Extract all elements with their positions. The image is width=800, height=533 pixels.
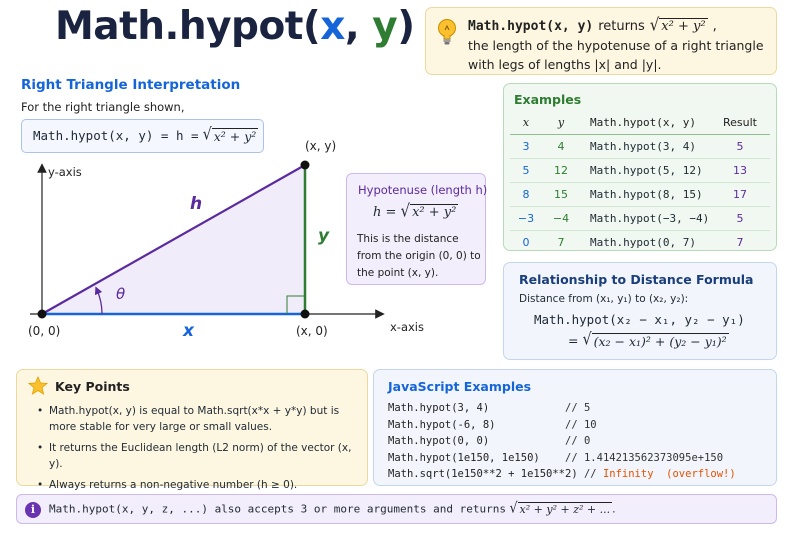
distance-title: Relationship to Distance Formula	[519, 272, 754, 287]
cell-result: 5	[710, 206, 770, 231]
cell-call: Math.hypot(−3, −4)	[580, 206, 710, 231]
cell-x: 0	[522, 235, 530, 249]
top-point	[300, 160, 310, 170]
theta-label: θ	[116, 285, 125, 303]
tip-line-3: with legs of lengths |x| and |y|.	[468, 57, 662, 72]
code-line: Math.hypot(1e150, 1e150) // 1.4142135623…	[388, 451, 724, 464]
y-label: y	[318, 226, 330, 246]
origin-point	[37, 309, 47, 319]
examples-title: Examples	[514, 92, 582, 107]
overflow-warning: Infinity (overflow!)	[602, 468, 736, 480]
distance-call: Math.hypot(x₂ − x₁, y₂ − y₁)	[534, 312, 745, 327]
cell-y: 15	[542, 182, 580, 207]
table-row: 0 7 Math.hypot(0, 7) 7	[510, 230, 770, 254]
col-header-call: Math.hypot(x, y)	[580, 112, 710, 135]
cell-call: Math.hypot(0, 7)	[590, 235, 696, 249]
tip-returns: returns	[598, 19, 645, 34]
cell-y: 7	[557, 235, 565, 249]
examples-table: x y Math.hypot(x, y) Result 3 4 Math.hyp…	[510, 112, 770, 254]
js-examples-box: JavaScript Examples Math.hypot(3, 4) // …	[373, 369, 777, 486]
code-line: Math.hypot(-6, 8) // 10	[388, 418, 597, 431]
list-item: Always returns a non-negative number (h …	[35, 477, 365, 493]
interpretation-intro: For the right triangle shown,	[21, 100, 185, 114]
star-icon	[28, 376, 48, 395]
code-line: Math.hypot(3, 4) // 5	[388, 402, 591, 414]
hypotenuse-desc: This is the distance from the origin (0,…	[357, 233, 481, 279]
hypotenuse-title: Hypotenuse (length h)	[358, 183, 488, 197]
key-points-box: Key Points Math.hypot(x, y) is equal to …	[16, 369, 368, 493]
cell-call: Math.hypot(3, 4)	[580, 134, 710, 159]
top-point-label: (x, y)	[305, 139, 336, 153]
cell-result: 13	[710, 158, 770, 183]
cell-x: −3	[510, 206, 542, 231]
code-block: Math.hypot(3, 4) // 5 Math.hypot(-6, 8) /…	[388, 400, 736, 483]
js-examples-title: JavaScript Examples	[388, 379, 532, 394]
code-line: Math.sqrt(1e150**2 + 1e150**2) // Infini…	[388, 468, 736, 480]
note-box: i Math.hypot(x, y, z, ...) also accepts …	[16, 494, 777, 524]
table-row: 5 12 Math.hypot(5, 12) 13	[510, 158, 770, 183]
examples-box: Examples x y Math.hypot(x, y) Result 3 4…	[503, 83, 777, 251]
table-row: 3 4 Math.hypot(3, 4) 5	[510, 134, 770, 159]
tip-sqrt: √ x² + y²	[649, 14, 708, 35]
definition-callout: Math.hypot(x, y) returns √ x² + y², the len…	[425, 7, 777, 75]
cell-x: 8	[510, 182, 542, 207]
h-label: h	[190, 194, 202, 214]
y-axis-label: y-axis	[48, 165, 82, 179]
cell-x: 3	[510, 134, 542, 159]
cell-y: 12	[542, 158, 580, 183]
interpretation-title: Right Triangle Interpretation	[21, 77, 241, 93]
list-item: Math.hypot(x, y) is equal to Math.sqrt(x…	[35, 403, 365, 435]
cell-result: 17	[710, 182, 770, 207]
key-points-title: Key Points	[55, 379, 130, 394]
col-header-result: Result	[710, 112, 770, 135]
table-header: x y Math.hypot(x, y) Result	[510, 112, 770, 135]
table-row: −3 −4 Math.hypot(−3, −4) 5	[510, 206, 770, 231]
cell-result: 5	[710, 134, 770, 159]
distance-sqrt-line: = √ (x₂ − x₁)² + (y₂ − y₁)²	[568, 330, 729, 350]
x-axis-label: x-axis	[390, 320, 424, 334]
page-title: Math.hypot(x, y)	[55, 4, 415, 49]
list-item: It returns the Euclidean length (L2 norm…	[35, 440, 365, 472]
code-line: Math.hypot(0, 0) // 0	[388, 435, 591, 447]
cell-x: 5	[510, 158, 542, 183]
cell-call: Math.hypot(5, 12)	[580, 158, 710, 183]
origin-label: (0, 0)	[28, 324, 60, 338]
x-point	[300, 309, 310, 319]
tip-function: Math.hypot(x, y)	[468, 19, 594, 34]
hypotenuse-formula: h = √ x² + y²	[373, 200, 459, 222]
cell-call: Math.hypot(8, 15)	[580, 182, 710, 207]
x-point-label: (x, 0)	[296, 324, 328, 338]
key-points-list: Math.hypot(x, y) is equal to Math.sqrt(x…	[35, 403, 365, 498]
lightbulb-icon	[438, 19, 456, 45]
distance-subtitle: Distance from (x₁, y₁) to (x₂, y₂):	[519, 293, 689, 305]
definition-text: Math.hypot(x, y) returns √ x² + y², the len…	[468, 14, 773, 74]
info-icon: i	[25, 502, 41, 518]
col-header-x: x	[510, 112, 542, 135]
hypotenuse-box: Hypotenuse (length h) h = √ x² + y² This …	[346, 173, 488, 285]
table-row: 8 15 Math.hypot(8, 15) 17	[510, 182, 770, 207]
distance-box: Relationship to Distance Formula Distanc…	[503, 262, 777, 360]
cell-result: 7	[736, 235, 744, 249]
cell-y: −4	[542, 206, 580, 231]
x-label: x	[182, 321, 195, 341]
note-text: Math.hypot(x, y, z, ...) also accepts 3 …	[49, 498, 616, 516]
tip-line-2: the length of the hypotenuse of a right …	[468, 38, 764, 53]
col-header-y: y	[542, 112, 580, 135]
cell-y: 4	[542, 134, 580, 159]
